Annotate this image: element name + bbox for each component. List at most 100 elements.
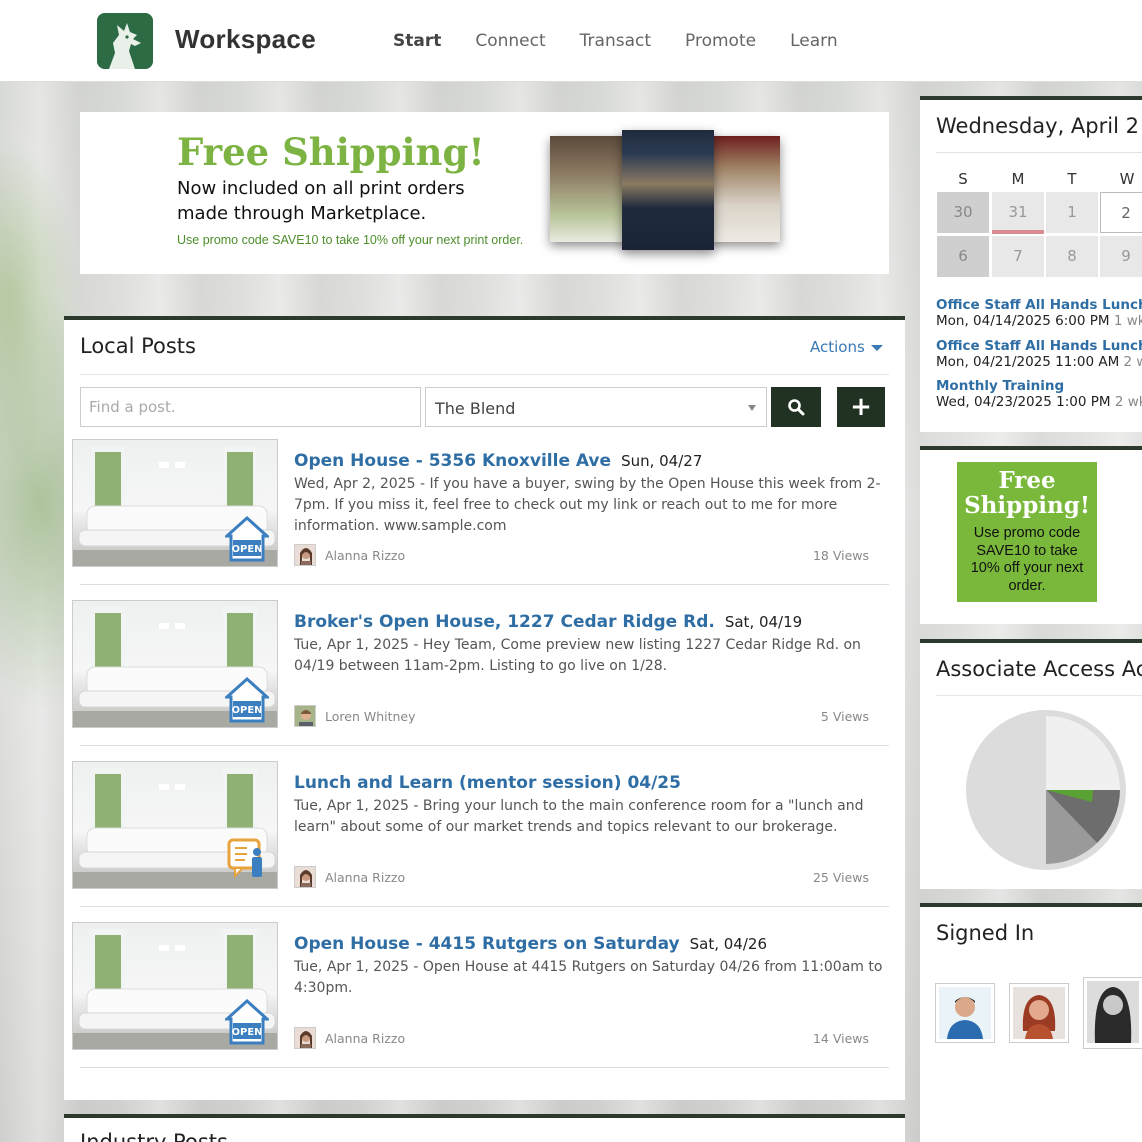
top-navigation-bar: Workspace Start Connect Transact Promote… [0,0,1142,82]
author-avatar[interactable] [294,544,316,566]
presenter-badge-icon [227,838,262,879]
print-flyers-image [548,126,788,256]
actions-dropdown[interactable]: Actions [810,338,883,356]
post-thumbnail[interactable] [72,761,278,889]
post-title[interactable]: Open House - 4415 Rutgers on Saturday Sat… [294,934,767,954]
calendar-day[interactable]: 8 [1046,236,1098,277]
divider [936,152,1142,153]
author-avatar[interactable] [294,866,316,888]
calendar-day[interactable]: 1 [1046,192,1098,233]
feed-filter-select[interactable]: The Blend [425,387,767,427]
search-icon [788,399,805,416]
calendar-day-today[interactable]: 2 [1100,192,1142,233]
event-datetime: Wed, 04/23/2025 1:00 PM [936,394,1111,410]
event-relative-time: 1 wk [1113,313,1142,329]
local-posts-title: Local Posts [80,334,196,358]
post-event-date: Sat, 04/19 [724,613,803,631]
event-relative-time: 2 wks [1123,354,1142,370]
weekday-label: S [958,170,968,188]
user-avatar[interactable] [1083,977,1142,1049]
nav-promote[interactable]: Promote [685,31,756,51]
divider [936,695,1142,696]
view-count: 18 Views [812,548,869,563]
nav-start[interactable]: Start [393,31,441,51]
nav-learn[interactable]: Learn [790,31,838,51]
open-house-badge-icon: OPEN [225,999,269,1045]
nav-connect[interactable]: Connect [475,31,545,51]
calendar-day[interactable]: 30 [937,192,989,233]
post-thumbnail[interactable]: OPEN [72,922,278,1050]
promo-headline: Free Shipping! [964,467,1090,519]
calendar-day[interactable]: 7 [992,236,1044,277]
post-title[interactable]: Open House - 5356 Knoxville Ave Sun, 04/2… [294,451,702,471]
user-avatar[interactable] [1009,983,1069,1043]
view-count: 14 Views [812,1031,869,1046]
add-post-button[interactable]: + [837,387,885,427]
flyer-image [550,136,626,242]
flyer-image [710,136,780,242]
divider [80,1067,889,1068]
actions-label: Actions [810,338,865,356]
calendar-event: Monthly Training Wed, 04/23/2025 1:00 PM… [936,378,1142,410]
svg-text:OPEN: OPEN [231,705,262,716]
calendar-day[interactable]: 9 [1100,236,1142,277]
calendar-event: Office Staff All Hands Lunch Mon, 04/14/… [936,297,1142,329]
post-title-text: Open House - 5356 Knoxville Ave [294,451,612,471]
post-title-text: Broker's Open House, 1227 Cedar Ridge Rd… [294,612,715,632]
divider [80,906,889,907]
author-name[interactable]: Alanna Rizzo [325,548,405,563]
search-button[interactable] [771,387,821,427]
signed-in-title: Signed In [936,921,1035,945]
calendar-day[interactable]: 6 [937,236,989,277]
free-shipping-banner[interactable]: Free Shipping! Now included on all print… [80,112,889,274]
author-avatar[interactable] [294,705,316,727]
svg-text:OPEN: OPEN [231,544,262,555]
view-count: 25 Views [812,870,869,885]
event-title[interactable]: Office Staff All Hands Lunch [936,297,1142,313]
post-body: Tue, Apr 1, 2025 - Bring your lunch to t… [294,798,864,835]
author-name[interactable]: Alanna Rizzo [325,870,405,885]
post-thumbnail[interactable]: OPEN [72,600,278,728]
open-house-badge-icon: OPEN [225,677,269,723]
user-avatar[interactable] [935,983,995,1043]
free-shipping-ad[interactable]: Free Shipping! Use promo code SAVE10 to … [957,462,1097,602]
event-relative-time: 2 wks [1114,394,1142,410]
app-title: Workspace [175,24,316,54]
open-house-badge-icon: OPEN [225,516,269,562]
post-title[interactable]: Lunch and Learn (mentor session) 04/25 [294,773,681,793]
weekday-label: M [1011,170,1025,188]
post-item: Lunch and Learn (mentor session) 04/25 T… [72,761,889,907]
post-title[interactable]: Broker's Open House, 1227 Cedar Ridge Rd… [294,612,802,632]
flyer-image [622,130,714,250]
post-body: Tue, Apr 1, 2025 - Hey Team, Come previe… [294,637,861,674]
event-title[interactable]: Office Staff All Hands Lunch [936,338,1142,354]
associate-access-card: Associate Access Act [920,639,1142,889]
associate-access-title: Associate Access Act [936,657,1142,681]
signed-in-card: Signed In [920,903,1142,1142]
industry-posts-panel: Industry Posts [64,1114,905,1142]
post-title-text: Open House - 4415 Rutgers on Saturday [294,934,680,954]
post-body: Wed, Apr 2, 2025 - If you have a buyer, … [294,476,881,534]
calendar-day[interactable]: 31 [992,192,1044,234]
post-body: Tue, Apr 1, 2025 - Open House at 4415 Ru… [294,959,883,996]
author-name[interactable]: Alanna Rizzo [325,1031,405,1046]
post-item: OPEN Open House - 5356 Knoxville Ave Sun,… [72,439,889,585]
author-avatar[interactable] [294,1027,316,1049]
banner-subtitle: Now included on all print orders made th… [177,178,465,224]
svg-text:OPEN: OPEN [231,1027,262,1038]
post-title-text: Lunch and Learn (mentor session) 04/25 [294,773,681,793]
find-post-input[interactable] [80,387,421,427]
main-nav: Start Connect Transact Promote Learn [393,31,872,51]
feed-filter-value: The Blend [435,399,516,418]
view-count: 5 Views [820,709,869,724]
industry-posts-title: Industry Posts [80,1130,228,1142]
banner-promo-text: Use promo code SAVE10 to take 10% off yo… [177,233,524,247]
post-thumbnail[interactable]: OPEN [72,439,278,567]
weekday-label: W [1119,170,1135,188]
nav-transact[interactable]: Transact [580,31,651,51]
post-item: OPEN Open House - 4415 Rutgers on Saturd… [72,922,889,1068]
author-name[interactable]: Loren Whitney [325,709,416,724]
calendar-card: Wednesday, April 2 S M T W 30 31 1 2 6 7… [920,96,1142,432]
event-title[interactable]: Monthly Training [936,378,1142,394]
wolf-logo-icon[interactable] [97,13,153,69]
